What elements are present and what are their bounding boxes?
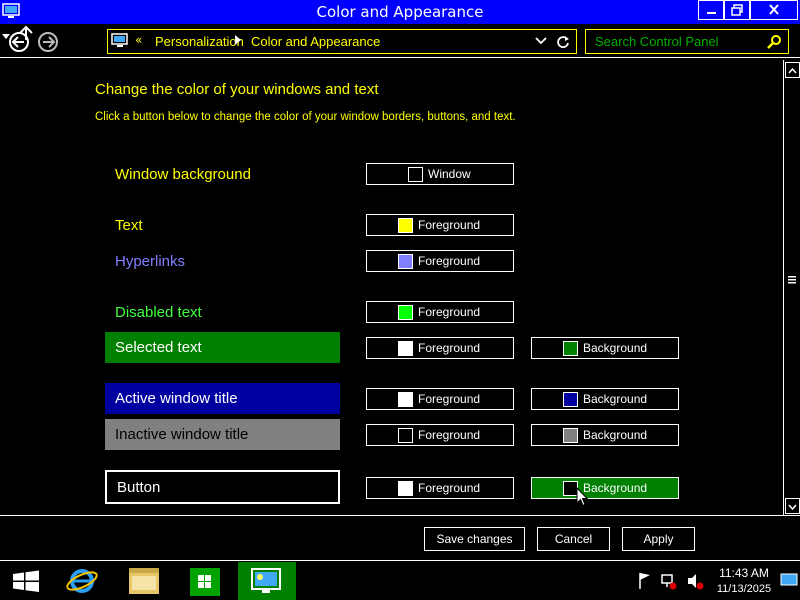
- taskbar: 11:43 AM 11/13/2025: [0, 560, 800, 600]
- breadcrumb-overflow[interactable]: «: [135, 33, 142, 47]
- inactive-title-background-swatch: [563, 428, 578, 443]
- window-color-swatch: [408, 167, 423, 182]
- dialog-footer: Save changes Cancel Apply: [0, 515, 800, 559]
- search-icon[interactable]: [766, 34, 782, 50]
- close-button[interactable]: [750, 0, 798, 20]
- arrow-right-icon: [43, 36, 56, 48]
- internet-explorer-icon: [66, 569, 98, 593]
- button-sample: Button: [105, 470, 340, 504]
- button-foreground-label: Foreground: [418, 481, 481, 495]
- breadcrumb-personalization[interactable]: Personalization: [155, 34, 244, 49]
- scrollbar-thumb[interactable]: [787, 274, 797, 286]
- clock-date[interactable]: 11/13/2025: [712, 583, 776, 595]
- control-panel-icon: [251, 568, 281, 593]
- text-foreground-button[interactable]: Foreground: [366, 214, 514, 236]
- selected-text-sample: Selected text: [105, 332, 340, 363]
- arrow-left-icon: [11, 36, 24, 48]
- chevron-up-icon: [788, 67, 797, 74]
- text-label: Text: [115, 217, 143, 234]
- store-taskbar-button[interactable]: [178, 562, 232, 600]
- hyperlinks-label: Hyperlinks: [115, 253, 186, 270]
- system-tray[interactable]: [636, 571, 716, 591]
- active-window-title-sample: Active window title: [105, 383, 340, 414]
- text-foreground-swatch: [398, 218, 413, 233]
- windows-logo-icon: [13, 570, 39, 592]
- button-background-button[interactable]: Background: [531, 477, 679, 499]
- back-button[interactable]: [9, 32, 29, 52]
- chevron-down-icon[interactable]: [535, 36, 547, 46]
- active-title-background-button[interactable]: Background: [531, 388, 679, 410]
- inactive-title-foreground-label: Foreground: [418, 428, 481, 442]
- internet-explorer-taskbar-button[interactable]: [56, 562, 110, 600]
- show-desktop-icon[interactable]: [780, 573, 798, 587]
- button-foreground-swatch: [398, 481, 413, 496]
- page-heading: Change the color of your windows and tex…: [95, 81, 379, 98]
- scroll-down-button[interactable]: [785, 498, 800, 514]
- minimize-button[interactable]: [698, 0, 724, 20]
- control-panel-icon: [111, 33, 128, 47]
- selected-text-foreground-label: Foreground: [418, 341, 481, 355]
- inactive-title-foreground-button[interactable]: Foreground: [366, 424, 514, 446]
- window-button-label: Window: [428, 167, 471, 181]
- control-panel-taskbar-button[interactable]: [238, 562, 296, 600]
- scroll-up-button[interactable]: [785, 62, 800, 78]
- cancel-button[interactable]: Cancel: [537, 527, 610, 551]
- disabled-text-foreground-label: Foreground: [418, 305, 481, 319]
- disabled-text-foreground-swatch: [398, 305, 413, 320]
- window-color-button[interactable]: Window: [366, 163, 514, 185]
- refresh-icon[interactable]: [556, 35, 570, 49]
- restore-icon: [731, 4, 743, 16]
- save-changes-button[interactable]: Save changes: [424, 527, 525, 551]
- breadcrumb-color-appearance[interactable]: Color and Appearance: [251, 34, 380, 49]
- flag-icon: [639, 573, 650, 589]
- active-title-foreground-label: Foreground: [418, 392, 481, 406]
- button-background-label: Background: [583, 481, 648, 495]
- store-icon: [190, 568, 220, 596]
- clock-time[interactable]: 11:43 AM: [712, 566, 776, 580]
- search-placeholder: Search Control Panel: [595, 34, 719, 49]
- disabled-text-foreground-button[interactable]: Foreground: [366, 301, 514, 323]
- selected-text-background-button[interactable]: Background: [531, 337, 679, 359]
- active-title-background-label: Background: [583, 392, 648, 406]
- selected-text-background-label: Background: [583, 341, 648, 355]
- disabled-text-label: Disabled text: [115, 304, 202, 321]
- chevron-down-icon: [788, 504, 797, 511]
- search-input[interactable]: Search Control Panel: [585, 29, 789, 54]
- folder-icon: [129, 568, 159, 594]
- active-title-foreground-swatch: [398, 392, 413, 407]
- network-icon: [661, 574, 677, 590]
- mouse-cursor-icon: [576, 487, 588, 507]
- active-title-background-swatch: [563, 392, 578, 407]
- button-foreground-button[interactable]: Foreground: [366, 477, 514, 499]
- active-title-foreground-button[interactable]: Foreground: [366, 388, 514, 410]
- title-bar: Color and Appearance: [0, 0, 800, 24]
- hyperlinks-foreground-label: Foreground: [418, 254, 481, 268]
- inactive-title-background-label: Background: [583, 428, 648, 442]
- start-button[interactable]: [0, 562, 54, 600]
- address-bar[interactable]: « Personalization Color and Appearance: [107, 29, 577, 54]
- apply-button[interactable]: Apply: [622, 527, 695, 551]
- forward-button[interactable]: [38, 32, 58, 52]
- window-title: Color and Appearance: [316, 3, 484, 21]
- close-icon: [769, 4, 779, 15]
- hyperlinks-foreground-swatch: [398, 254, 413, 269]
- page-subheading: Click a button below to change the color…: [95, 111, 516, 123]
- inactive-title-foreground-swatch: [398, 428, 413, 443]
- selected-text-background-swatch: [563, 341, 578, 356]
- selected-text-foreground-button[interactable]: Foreground: [366, 337, 514, 359]
- breadcrumb-separator-icon[interactable]: [235, 35, 241, 45]
- text-foreground-label: Foreground: [418, 218, 481, 232]
- inactive-window-title-sample: Inactive window title: [105, 419, 340, 450]
- window-background-label: Window background: [115, 166, 251, 183]
- volume-muted-icon: [688, 574, 704, 590]
- vertical-scrollbar[interactable]: [783, 60, 800, 515]
- file-explorer-taskbar-button[interactable]: [118, 562, 172, 600]
- restore-button[interactable]: [724, 0, 750, 20]
- selected-text-foreground-swatch: [398, 341, 413, 356]
- minimize-icon: [707, 12, 716, 14]
- inactive-title-background-button[interactable]: Background: [531, 424, 679, 446]
- hyperlinks-foreground-button[interactable]: Foreground: [366, 250, 514, 272]
